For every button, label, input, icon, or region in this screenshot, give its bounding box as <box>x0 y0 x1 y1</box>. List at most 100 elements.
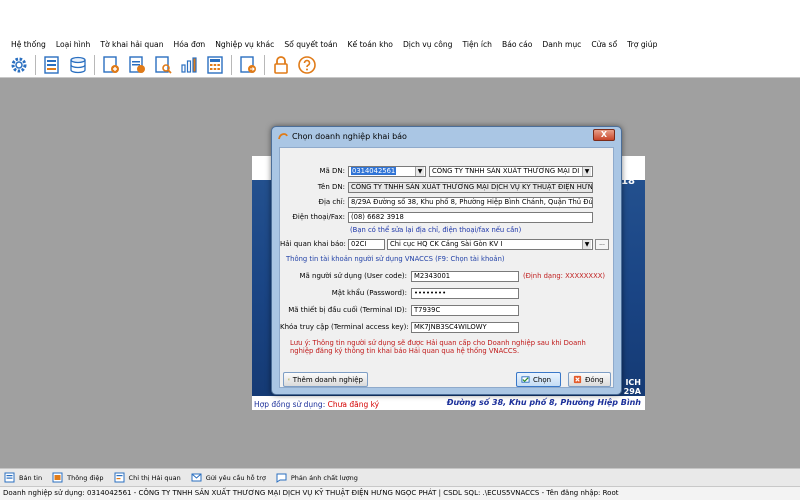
contract-label: Hợp đồng sử dụng: <box>254 400 326 409</box>
user-code-label: Mã người sử dụng (User code): <box>299 272 408 280</box>
calculator-icon <box>207 55 223 74</box>
banner-corner-number: 18 <box>621 176 635 187</box>
toolbar-separator <box>231 54 232 75</box>
vnaccs-note: Lưu ý: Thông tin người sử dụng sẽ được H… <box>290 339 586 355</box>
lock-button[interactable] <box>270 54 292 76</box>
menu-nghiep-vu-khac[interactable]: Nghiệp vụ khác <box>210 40 279 49</box>
menu-tro-giup[interactable]: Trợ giúp <box>622 40 662 49</box>
menu-hoa-don[interactable]: Hóa đơn <box>169 40 211 49</box>
dialog-body: Mã DN: 0314042561 ▼ CÔNG TY TNHH SẢN XUẤ… <box>279 147 614 388</box>
ten-dn-label: Tên DN: <box>317 183 345 191</box>
terminal-id-field[interactable]: T7939C <box>411 305 519 316</box>
feedback-icon <box>276 473 287 483</box>
search-document-button[interactable] <box>152 54 174 76</box>
calculator-button[interactable] <box>204 54 226 76</box>
menu-ke-toan-kho[interactable]: Kế toán kho <box>343 40 398 49</box>
banner-address: Đường số 38, Khu phố 8, Phường Hiệp Bình <box>446 398 641 407</box>
task-phan-anh-label: Phản ánh chất lượng <box>290 473 358 482</box>
mail-icon <box>191 473 202 482</box>
user-code-field[interactable]: M2343001 <box>411 271 519 282</box>
menu-dich-vu-cong[interactable]: Dịch vụ công <box>398 40 458 49</box>
banner-right-text: ICH 29A <box>624 378 641 396</box>
edit-document-button[interactable] <box>126 54 148 76</box>
menu-so-quyet-toan[interactable]: Sổ quyết toán <box>279 40 342 49</box>
settings-gear-button[interactable] <box>8 54 30 76</box>
chevron-down-icon[interactable]: ▼ <box>582 167 591 176</box>
form-list-icon <box>44 55 59 74</box>
close-button[interactable]: Đóng <box>568 372 611 387</box>
menu-loai-hinh[interactable]: Loại hình <box>51 40 95 49</box>
menu-cua-so[interactable]: Cửa sổ <box>586 40 622 49</box>
terminal-id-label: Mã thiết bị đầu cuối (Terminal ID): <box>288 306 407 314</box>
banner-right-line-2: 29A <box>623 387 641 396</box>
question-icon <box>298 55 316 74</box>
toolbar-separator <box>264 54 265 75</box>
menu-tien-ich[interactable]: Tiện ích <box>457 40 497 49</box>
chevron-down-icon[interactable]: ▼ <box>415 167 424 176</box>
contract-status[interactable]: Chưa đăng ký <box>328 400 380 409</box>
close-icon <box>573 375 582 384</box>
add-company-button[interactable]: Thêm doanh nghiệp <box>283 372 368 387</box>
lock-icon <box>274 55 288 74</box>
menu-bao-cao[interactable]: Báo cáo <box>497 40 537 49</box>
menu-bar: Hệ thống Loại hình Tờ khai hải quan Hóa … <box>0 36 800 52</box>
task-phan-anh-chat-luong[interactable]: Phản ánh chất lượng <box>276 472 358 483</box>
dialog-title-bar: Chọn doanh nghiệp khai báo <box>278 131 407 141</box>
hq-label: Hải quan khai báo: <box>280 240 346 248</box>
user-code-hint: (Định dạng: XXXXXXXX) <box>523 272 606 280</box>
chevron-down-icon[interactable]: ▼ <box>582 240 591 249</box>
declaration-list-button[interactable] <box>41 54 63 76</box>
vnaccs-section-title: Thông tin tài khoản người sử dụng VNACCS… <box>286 255 505 263</box>
menu-to-khai-hai-quan[interactable]: Tờ khai hải quan <box>95 40 168 49</box>
directive-icon <box>114 472 125 483</box>
task-ban-tin[interactable]: Bản tin <box>4 472 42 483</box>
ten-dn-field[interactable]: CÔNG TY TNHH SẢN XUẤT THƯƠNG MẠI DỊCH VỤ… <box>348 182 593 193</box>
select-icon <box>521 376 530 383</box>
hq-name-value: Chi cục HQ CK Cảng Sài Gòn KV I <box>390 240 503 248</box>
company-select[interactable]: CÔNG TY TNHH SẢN XUẤT THƯƠNG MẠI DI ▼ <box>429 166 593 177</box>
menu-danh-muc[interactable]: Danh mục <box>537 40 586 49</box>
help-button[interactable] <box>296 54 318 76</box>
banner-right-line-1: ICH <box>625 378 641 387</box>
bottom-task-bar: Bản tin Thông điệp Chỉ thị Hải quan Gửi … <box>0 468 800 486</box>
password-field[interactable]: •••••••• <box>411 288 519 299</box>
phone-field[interactable]: (08) 6682 3918 <box>348 212 593 223</box>
hq-name-select[interactable]: Chi cục HQ CK Cảng Sài Gòn KV I ▼ <box>387 239 593 250</box>
chart-report-button[interactable] <box>178 54 200 76</box>
select-label: Chọn <box>533 375 552 384</box>
hq-code-field[interactable]: 02CI <box>348 239 385 250</box>
toolbar-separator <box>35 54 36 75</box>
phone-label: Điện thoại/Fax: <box>292 213 345 221</box>
task-chi-thi-hai-quan[interactable]: Chỉ thị Hải quan <box>114 472 181 483</box>
dia-chi-field[interactable]: 8/29A Đường số 38, Khu phố 8, Phường Hiệ… <box>348 197 593 208</box>
menu-he-thong[interactable]: Hệ thống <box>6 40 51 49</box>
toolbar-separator <box>94 54 95 75</box>
database-icon <box>70 56 86 73</box>
select-button[interactable]: Chọn <box>516 372 561 387</box>
database-button[interactable] <box>67 54 89 76</box>
gear-icon <box>11 57 27 72</box>
news-icon <box>4 472 15 483</box>
password-label: Mật khẩu (Password): <box>331 289 407 297</box>
task-chi-thi-label: Chỉ thị Hải quan <box>128 473 181 482</box>
dialog-close-button[interactable]: X <box>593 129 615 141</box>
export-document-button[interactable] <box>237 54 259 76</box>
window-top-area <box>0 0 800 36</box>
edit-document-icon <box>129 55 145 73</box>
ma-dn-value: 0314042561 <box>351 167 397 175</box>
task-thong-diep[interactable]: Thông điệp <box>52 472 104 483</box>
ma-dn-field[interactable]: 0314042561 ▼ <box>348 166 426 177</box>
task-gui-yeu-cau-ho-tro[interactable]: Gửi yêu cầu hỗ trợ <box>191 472 266 483</box>
access-key-field[interactable]: MK7JNB3SC4WILOWY <box>411 322 519 333</box>
new-document-button[interactable] <box>100 54 122 76</box>
task-gui-yeu-cau-label: Gửi yêu cầu hỗ trợ <box>205 473 266 482</box>
bar-chart-icon <box>181 56 197 73</box>
add-icon <box>288 378 290 381</box>
access-key-label: Khóa truy cập (Terminal access key): <box>280 323 409 331</box>
hq-browse-button[interactable]: ... <box>595 239 609 250</box>
toolbar <box>0 52 800 78</box>
app-logo-icon <box>278 133 288 140</box>
dialog-title: Chọn doanh nghiệp khai báo <box>292 131 407 141</box>
dia-chi-label: Địa chỉ: <box>318 198 345 206</box>
add-company-label: Thêm doanh nghiệp <box>292 375 363 384</box>
